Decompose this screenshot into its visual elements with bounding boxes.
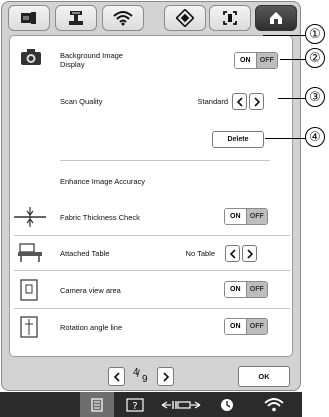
callout-4: ④ (305, 127, 325, 147)
tab-camera[interactable] (209, 5, 251, 31)
divider (60, 160, 270, 161)
on-option[interactable]: ON (225, 319, 247, 334)
chevron-left-icon (236, 96, 243, 107)
chevron-left-icon (113, 371, 120, 382)
status-bar: ? (0, 392, 302, 417)
camera-view-area-icon (20, 279, 38, 301)
presser-foot-icon (161, 400, 201, 409)
attached-table-next-button[interactable] (242, 245, 257, 262)
on-option[interactable]: ON (235, 53, 257, 68)
chevron-left-icon (229, 248, 236, 259)
settings-panel: Background Image Display ON OFF Scan Qua… (1, 1, 301, 391)
presser-foot-button[interactable] (156, 392, 206, 417)
scan-quality-prev-button[interactable] (232, 93, 247, 110)
tab-embroidery[interactable] (55, 5, 97, 31)
tab-home[interactable] (255, 5, 297, 31)
settings-list: Background Image Display ON OFF Scan Qua… (9, 35, 293, 357)
chevron-right-icon (253, 96, 260, 107)
divider (14, 235, 290, 236)
on-option[interactable]: ON (225, 209, 247, 224)
chevron-right-icon (162, 371, 169, 382)
fabric-thickness-check-label: Fabric Thickness Check (60, 213, 140, 222)
tab-general[interactable] (164, 5, 206, 31)
divider (14, 308, 290, 309)
fabric-thickness-check-toggle[interactable]: ON OFF (224, 208, 268, 225)
manual-icon (91, 397, 103, 412)
callout-1: ① (305, 24, 325, 44)
attached-table-label: Attached Table (60, 249, 110, 258)
chevron-right-icon (246, 248, 253, 259)
embroidery-settings-icon (69, 11, 83, 25)
callout-2: ② (305, 48, 325, 68)
wifi-status-button[interactable] (254, 392, 294, 417)
fabric-thickness-icon (14, 207, 46, 227)
tab-sewing[interactable] (8, 5, 50, 31)
callout-line (278, 98, 307, 100)
page-indicator: 4 / 9 (133, 367, 148, 385)
clock-icon (221, 398, 233, 411)
next-page-button[interactable] (157, 367, 174, 386)
on-option[interactable]: ON (225, 282, 247, 297)
off-option[interactable]: OFF (246, 209, 267, 224)
clock-button[interactable] (210, 392, 244, 417)
previous-page-button[interactable] (108, 367, 125, 386)
off-option[interactable]: OFF (256, 53, 277, 68)
rotation-angle-line-icon (20, 316, 38, 338)
background-image-display-label: Background Image Display (60, 51, 123, 69)
manual-button[interactable] (80, 392, 114, 417)
tab-wifi[interactable] (102, 5, 144, 31)
help-button[interactable]: ? (118, 392, 152, 417)
rotation-angle-line-label: Rotation angle line (60, 323, 123, 332)
off-option[interactable]: OFF (246, 282, 267, 297)
help-icon: ? (126, 397, 144, 412)
home-settings-icon (270, 12, 282, 24)
attached-table-icon (18, 243, 42, 262)
settings-tab-bar (2, 2, 300, 34)
callout-line (263, 35, 307, 37)
camera-view-area-toggle[interactable]: ON OFF (224, 281, 268, 298)
divider (14, 270, 290, 271)
general-settings-icon (176, 9, 194, 27)
ok-button[interactable]: OK (238, 366, 290, 387)
background-image-display-toggle[interactable]: ON OFF (234, 52, 278, 69)
camera-icon (21, 49, 41, 65)
callout-line (280, 59, 307, 61)
wifi-icon (264, 397, 284, 411)
scan-quality-next-button[interactable] (249, 93, 264, 110)
settings-footer: 4 / 9 OK (2, 361, 300, 391)
attached-table-value: No Table (185, 249, 215, 258)
enhance-image-accuracy-label: Enhance Image Accuracy (60, 177, 146, 186)
attached-table-prev-button[interactable] (225, 245, 240, 262)
camera-view-area-label: Camera view area (60, 286, 121, 295)
svg-text:?: ? (132, 401, 137, 412)
callout-3: ③ (305, 87, 325, 107)
off-option[interactable]: OFF (246, 319, 267, 334)
sewing-settings-icon (21, 12, 36, 24)
callout-line (265, 138, 307, 140)
camera-settings-icon (223, 11, 237, 25)
delete-button[interactable]: Delete (212, 131, 264, 148)
scan-quality-label: Scan Quality (60, 97, 103, 106)
wifi-settings-icon (113, 11, 133, 26)
rotation-angle-line-toggle[interactable]: ON OFF (224, 318, 268, 335)
scan-quality-value: Standard (197, 97, 228, 106)
total-pages: 9 (142, 374, 148, 385)
